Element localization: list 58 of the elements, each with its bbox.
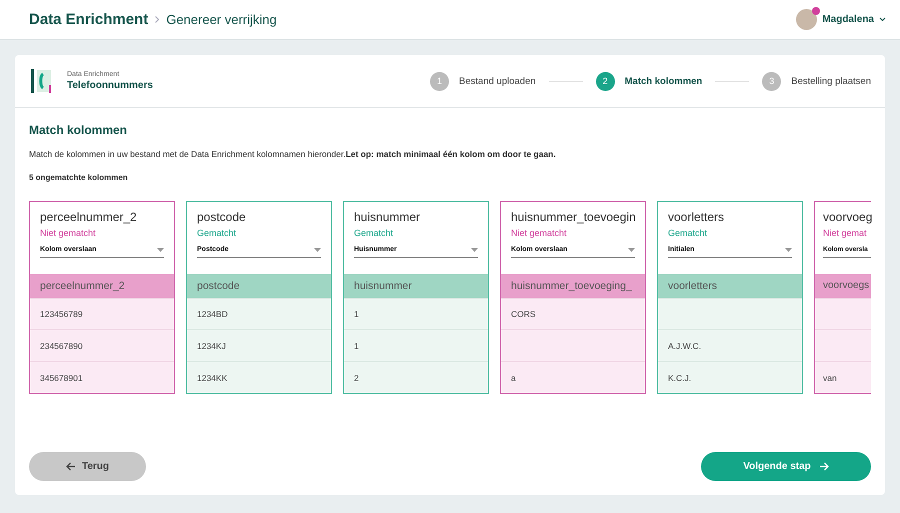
chevron-down-icon [879,17,886,22]
table-cell: A.J.W.C. [658,329,802,362]
source-column-header: postcode [187,274,331,298]
arrow-right-icon [818,462,829,471]
match-status: Niet gematcht [40,228,96,238]
column-name: huisnummer_toevoegin [511,210,636,224]
step-label[interactable]: Match kolommen [624,76,702,86]
table-cell: 1 [344,298,488,330]
column-name: perceelnummer_2 [40,210,137,224]
step-number: 1 [430,72,450,90]
table-cell: 234567890 [30,329,174,362]
dropdown-caret-icon [628,248,635,252]
dropdown-caret-icon [314,248,321,252]
column-name: voorletters [668,210,724,224]
match-status: Gematcht [354,228,394,238]
source-column-header: huisnummer_toevoeging_ [501,274,645,298]
breadcrumb[interactable]: Genereer verrijking [166,12,796,27]
section-description: Match de kolommen in uw bestand met de Data Enrichment kolomnamen hieronder.Let op: match minimaal één kolom om door te gaan. [29,149,557,159]
dropdown-caret-icon [471,248,478,252]
column-name: huisnummer [354,210,420,224]
source-column-header: voorletters [658,274,802,298]
table-cell: van [815,361,871,393]
table-cell: 2 [344,361,488,393]
back-button[interactable]: Terug [29,452,146,481]
unmatched-count: 5 ongematchte kolommen [29,173,129,182]
product-name: Telefoonnummers [67,80,154,91]
chevron-right-icon [155,16,160,23]
step-label[interactable]: Bestelling plaatsen [791,76,871,86]
user-menu[interactable]: Magdalena [796,9,886,30]
avatar-circle [796,9,818,30]
dropdown-caret-icon [785,248,792,252]
table-cell: 1 [344,329,488,362]
table-cell: 1234BD [187,298,331,330]
match-status: Gematcht [197,228,236,238]
empty-table-cell [815,298,871,330]
match-status: Gematcht [668,228,708,238]
column-name: postcode [197,210,246,224]
step-number: 3 [762,72,782,90]
table-cell: 123456789 [30,298,174,330]
table-cell: a [501,361,645,393]
match-status: Niet gemat [823,228,867,238]
table-cell: CORS [501,298,645,330]
table-cell: K.C.J. [658,361,802,393]
step-label[interactable]: Bestand uploaden [459,76,536,86]
section-title: Match kolommen [29,123,128,137]
column-name: voorvoeg [823,210,872,224]
table-cell: 1234KK [187,361,331,393]
app-title: Data Enrichment [29,11,148,28]
table-cell: 345678901 [30,361,174,393]
match-status: Niet gematcht [511,228,567,238]
empty-table-cell [815,329,871,362]
source-column-header: huisnummer [344,274,488,298]
table-cell: 1234KJ [187,329,331,362]
source-column-header: perceelnummer_2 [30,274,174,298]
step-number: 2 [596,72,615,90]
source-column-header: voorvoegs [815,274,871,298]
dropdown-caret-icon [157,248,164,252]
arrow-left-icon [66,462,76,471]
